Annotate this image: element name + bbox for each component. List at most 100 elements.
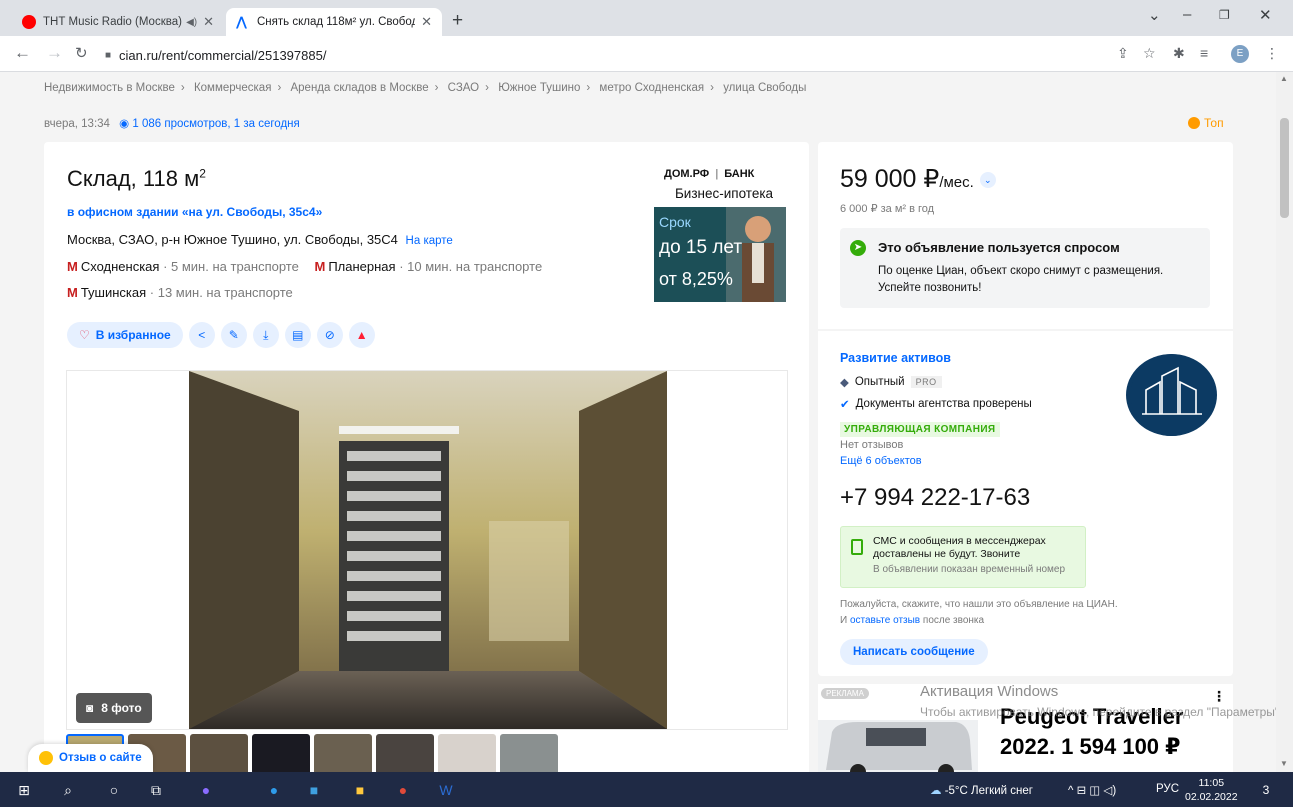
breadcrumb-item[interactable]: Коммерческая bbox=[194, 82, 272, 94]
leave-review-link[interactable]: оставьте отзыв bbox=[850, 615, 920, 626]
agent-name[interactable]: Развитие активов bbox=[840, 351, 951, 365]
tab-title: Снять склад 118м² ул. Свободы, bbox=[257, 16, 416, 28]
weather-widget[interactable]: ☁ -5°C Легкий снег bbox=[930, 783, 1033, 797]
agent-logo[interactable] bbox=[1126, 354, 1217, 436]
breadcrumb-item[interactable]: Южное Тушино bbox=[498, 82, 580, 94]
thumbnail[interactable] bbox=[190, 734, 248, 772]
cortana-icon[interactable]: ○ bbox=[104, 780, 124, 800]
scrollbar-thumb[interactable] bbox=[1280, 118, 1289, 218]
windows-activation-text: Чтобы активировать Windows, перейдите в … bbox=[920, 705, 1283, 719]
metro-station[interactable]: Планерная bbox=[328, 259, 395, 274]
restore-button[interactable]: ❐ bbox=[1219, 8, 1230, 22]
favorite-button[interactable]: ♡ В избранное bbox=[67, 322, 183, 348]
breadcrumb-item[interactable]: СЗАО bbox=[448, 82, 480, 94]
heart-icon: ♡ bbox=[79, 328, 90, 342]
listing-photo[interactable] bbox=[189, 371, 667, 729]
complain-button[interactable]: ▲ bbox=[348, 322, 375, 348]
language-indicator[interactable]: РУС bbox=[1156, 783, 1179, 795]
task-view-icon[interactable]: ⧉ bbox=[146, 780, 166, 800]
top-badge[interactable]: Топ bbox=[1188, 116, 1224, 130]
tab-search-icon[interactable]: ⌄ bbox=[1148, 6, 1161, 24]
pro-badge: PRO bbox=[910, 376, 942, 388]
browser-tab-radio[interactable]: ТНТ Music Radio (Москва) – ◀) ✕ bbox=[12, 8, 224, 36]
reviews-text: Нет отзывов bbox=[840, 439, 904, 451]
breadcrumb-item[interactable]: метро Сходненская bbox=[599, 82, 704, 94]
print-button[interactable]: ▤ bbox=[284, 322, 311, 348]
breadcrumb-item[interactable]: улица Свободы bbox=[723, 82, 806, 94]
feedback-label: Отзыв о сайте bbox=[59, 752, 142, 764]
share-icon[interactable]: ⇪ bbox=[1117, 45, 1129, 62]
store-icon[interactable]: ■ bbox=[304, 780, 324, 800]
menu-icon[interactable]: ⋮ bbox=[1265, 45, 1279, 62]
chevron-down-icon[interactable]: ⌄ bbox=[979, 172, 996, 188]
close-tab-icon[interactable]: ✕ bbox=[203, 14, 214, 30]
more-objects-link[interactable]: Ещё 6 объектов bbox=[840, 455, 922, 467]
clock[interactable]: 11:05 02.02.2022 bbox=[1185, 776, 1238, 804]
photo-gallery[interactable]: ◙ 8 фото bbox=[66, 370, 788, 730]
extensions-icon[interactable]: ✱ bbox=[1173, 45, 1185, 62]
thumbnail[interactable] bbox=[252, 734, 310, 772]
tray-icons[interactable]: ^ ⊟ ◫ ◁) bbox=[1068, 783, 1116, 797]
note-button[interactable]: ✎ bbox=[220, 322, 247, 348]
rocket-icon: ➤ bbox=[850, 240, 866, 256]
share-button[interactable]: < bbox=[188, 322, 215, 348]
address-bar[interactable]: ■ cian.ru/rent/commercial/251397885/ bbox=[105, 44, 1105, 66]
new-tab-button[interactable]: + bbox=[452, 10, 463, 32]
browser-tab-strip: ТНТ Music Radio (Москва) – ◀) ✕ ⋀ Снять … bbox=[0, 0, 1293, 36]
chrome-icon[interactable]: ● bbox=[393, 780, 413, 800]
metro-station[interactable]: Сходненская bbox=[81, 259, 160, 274]
thumbnail[interactable] bbox=[314, 734, 372, 772]
scroll-up-icon[interactable]: ▲ bbox=[1280, 74, 1288, 83]
forward-button[interactable]: → bbox=[46, 43, 63, 63]
close-tab-icon[interactable]: ✕ bbox=[421, 14, 432, 30]
thumbnail[interactable] bbox=[376, 734, 434, 772]
term-label: Срок bbox=[659, 214, 691, 230]
hide-button[interactable]: ⊘ bbox=[316, 322, 343, 348]
listing-meta: вчера, 13:34 ◉ 1 086 просмотров, 1 за се… bbox=[44, 116, 300, 130]
phone-number[interactable]: +7 994 222-17-63 bbox=[840, 484, 1030, 512]
thumbnail[interactable] bbox=[500, 734, 558, 772]
profile-avatar[interactable]: E bbox=[1231, 45, 1249, 63]
close-window-button[interactable]: ✕ bbox=[1259, 6, 1272, 24]
thumbnail[interactable] bbox=[438, 734, 496, 772]
word-icon[interactable]: W bbox=[436, 780, 456, 800]
building-link[interactable]: в офисном здании «на ул. Свободы, 35с4» bbox=[67, 205, 322, 219]
bank-label: БАНК bbox=[724, 168, 755, 180]
top-label: Топ bbox=[1204, 116, 1224, 130]
file-explorer-icon[interactable]: ■ bbox=[350, 780, 370, 800]
feedback-button[interactable]: Отзыв о сайте bbox=[28, 744, 153, 772]
scroll-down-icon[interactable]: ▼ bbox=[1280, 759, 1288, 768]
search-icon[interactable]: ⌕ bbox=[58, 780, 78, 800]
back-button[interactable]: ← bbox=[14, 43, 31, 63]
views-link[interactable]: ◉ 1 086 просмотров, 1 за сегодня bbox=[119, 118, 300, 130]
write-message-button[interactable]: Написать сообщение bbox=[840, 639, 988, 665]
breadcrumb-item[interactable]: Недвижимость в Москве bbox=[44, 82, 175, 94]
mortgage-ad[interactable]: ДОМ.РФ | БАНК Бизнес-ипотека Срок до 15 ле… bbox=[654, 168, 794, 302]
bookmark-star-icon[interactable]: ☆ bbox=[1143, 45, 1156, 62]
on-map-link[interactable]: На карте bbox=[406, 235, 453, 247]
breadcrumb-item[interactable]: Аренда складов в Москве bbox=[290, 82, 428, 94]
edge-icon[interactable]: ● bbox=[264, 780, 284, 800]
reload-button[interactable]: ↻ bbox=[75, 44, 88, 62]
page-scrollbar[interactable]: ▲ ▼ bbox=[1276, 72, 1293, 772]
camera-icon: ◙ bbox=[86, 701, 94, 715]
price-period: /мес. bbox=[939, 174, 974, 191]
ad-label: РЕКЛАМА bbox=[821, 688, 869, 699]
media-control-icon[interactable]: ≡ bbox=[1200, 45, 1208, 61]
app-icon[interactable]: ● bbox=[196, 780, 216, 800]
download-button[interactable]: ⤓ bbox=[252, 322, 279, 348]
notification-icon[interactable]: 3 bbox=[1256, 780, 1276, 800]
ad-banner[interactable]: Срок до 15 лет от 8,25% bbox=[654, 207, 786, 302]
cloud-snow-icon: ☁ bbox=[930, 785, 942, 797]
browser-toolbar: ← → ↻ ■ cian.ru/rent/commercial/25139788… bbox=[0, 36, 1293, 72]
browser-tab-cian[interactable]: ⋀ Снять склад 118м² ул. Свободы, ✕ bbox=[226, 8, 442, 36]
notification-count: 3 bbox=[1262, 783, 1270, 797]
page-content: Недвижимость в Москве › Коммерческая › Аре… bbox=[0, 72, 1293, 772]
metro-distance: · 5 мин. на транспорте bbox=[163, 259, 299, 274]
photo-count-button[interactable]: ◙ 8 фото bbox=[76, 693, 152, 723]
metro-icon: M bbox=[67, 259, 78, 274]
windows-start-icon[interactable]: ⊞ bbox=[14, 780, 34, 800]
minimize-button[interactable]: – bbox=[1183, 6, 1191, 23]
metro-station[interactable]: Тушинская bbox=[81, 285, 146, 300]
speaker-icon[interactable]: ◀) bbox=[186, 17, 197, 28]
